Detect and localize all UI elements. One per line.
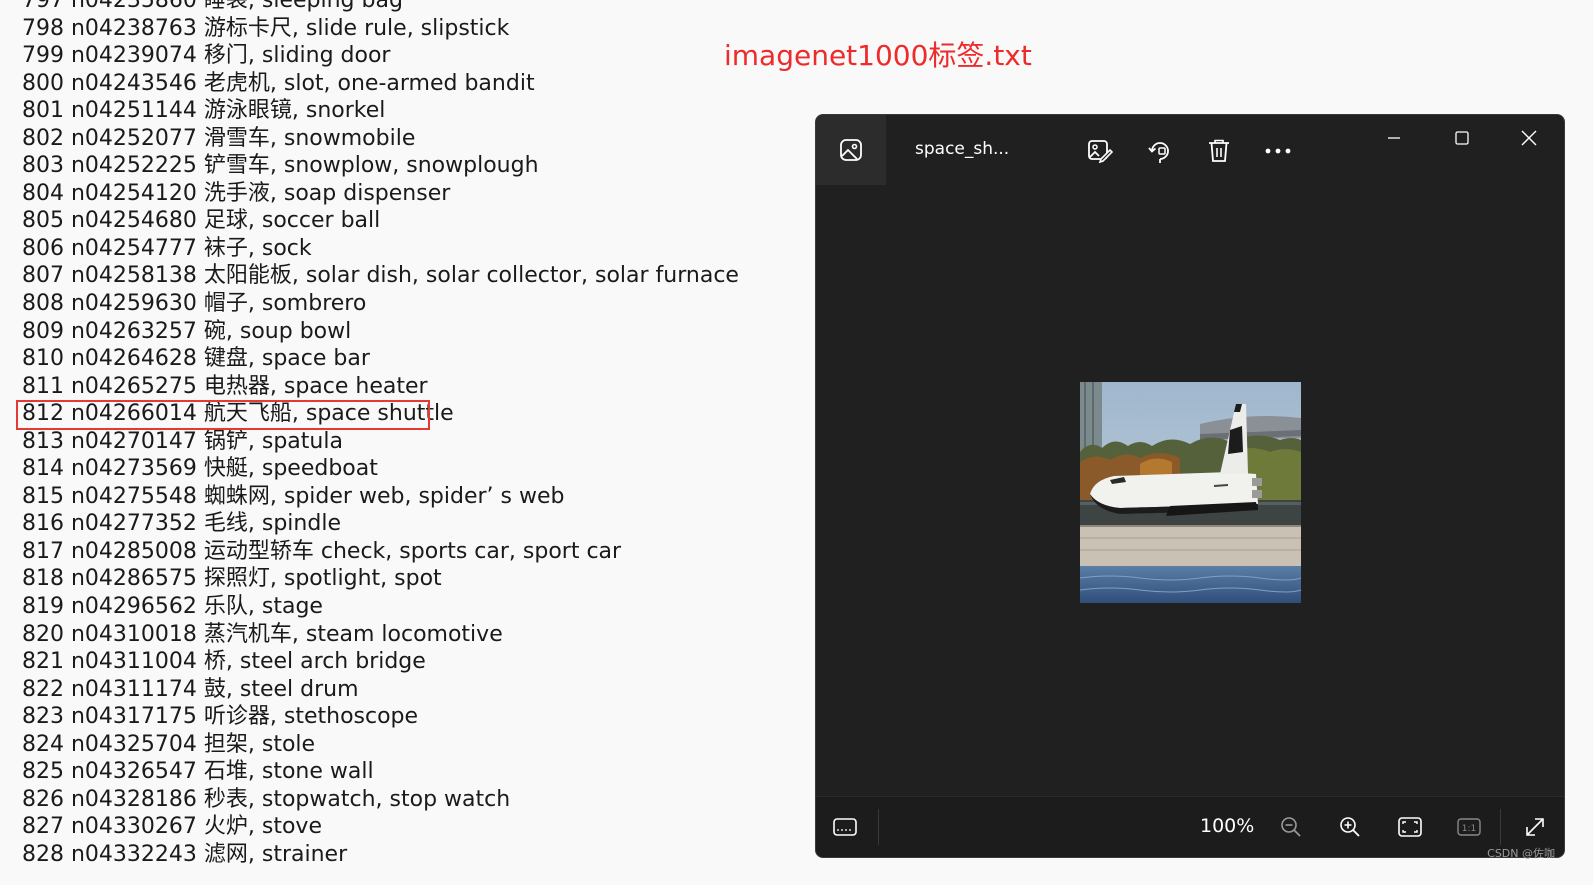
delete-icon[interactable]	[1201, 133, 1237, 169]
label-line: 818 n04286575 探照灯, spotlight, spot	[22, 566, 442, 592]
file-name: space_sh...	[915, 139, 1010, 159]
label-line: 804 n04254120 洗手液, soap dispenser	[22, 180, 451, 206]
highlight-box	[16, 400, 430, 430]
watermark: CSDN @佐咖	[1487, 847, 1555, 860]
label-line: 822 n04311174 鼓, steel drum	[22, 676, 359, 702]
label-line: 806 n04254777 袜子, sock	[22, 235, 312, 261]
more-icon[interactable]	[1260, 133, 1296, 169]
fit-to-window-icon[interactable]	[1394, 811, 1426, 843]
rotate-icon[interactable]	[1142, 133, 1178, 169]
label-line: 802 n04252077 滑雪车, snowmobile	[22, 125, 416, 151]
file-caption: imagenet1000标签.txt	[724, 39, 1032, 72]
label-line: 803 n04252225 铲雪车, snowplow, snowplough	[22, 153, 539, 179]
label-line: 811 n04265275 电热器, space heater	[22, 373, 428, 399]
label-line: 819 n04296562 乐队, stage	[22, 594, 323, 620]
label-line: 815 n04275548 蜘蛛网, spider web, spider’ s…	[22, 483, 565, 509]
fullscreen-icon[interactable]	[1519, 811, 1551, 843]
filmstrip-icon[interactable]	[829, 811, 861, 843]
bottom-separator-2	[1500, 809, 1501, 845]
label-line: 807 n04258138 太阳能板, solar dish, solar co…	[22, 263, 739, 289]
label-line: 810 n04264628 键盘, space bar	[22, 346, 370, 372]
actual-size-icon[interactable]: 1:1	[1453, 811, 1485, 843]
bottom-separator	[878, 809, 879, 845]
space-shuttle-photo	[1080, 382, 1301, 603]
label-line: 799 n04239074 移门, sliding door	[22, 43, 391, 69]
viewer-bottom-bar: 100% 1:1	[816, 796, 1564, 857]
label-line: 821 n04311004 桥, steel arch bridge	[22, 649, 426, 675]
label-line: 823 n04317175 听诊器, stethoscope	[22, 704, 419, 730]
label-line: 814 n04273569 快艇, speedboat	[22, 456, 378, 482]
photos-app-icon[interactable]	[816, 115, 886, 185]
label-file-list: 797 n04235860 睡袋, sleeping bag 798 n04238…	[22, 0, 739, 869]
label-line: 828 n04332243 滤网, strainer	[22, 841, 348, 867]
zoom-level: 100%	[1200, 815, 1255, 837]
actual-size-label: 1:1	[1462, 824, 1476, 834]
label-line: 817 n04285008 运动型轿车 check, sports car, s…	[22, 538, 622, 564]
label-line: 797 n04235860 睡袋, sleeping bag	[22, 0, 403, 13]
label-line: 798 n04238763 游标卡尺, slide rule, slipstic…	[22, 15, 510, 41]
maximize-icon[interactable]	[1439, 123, 1485, 153]
photo-viewer-window: space_sh... 100% 1:1	[815, 114, 1565, 858]
label-line: 808 n04259630 帽子, sombrero	[22, 291, 367, 317]
label-line: 801 n04251144 游泳眼镜, snorkel	[22, 98, 386, 124]
label-line: 820 n04310018 蒸汽机车, steam locomotive	[22, 621, 503, 647]
close-icon[interactable]	[1506, 123, 1552, 153]
label-line: 824 n04325704 担架, stole	[22, 731, 316, 757]
viewer-title-bar: space_sh...	[816, 115, 1564, 185]
zoom-in-icon[interactable]	[1334, 811, 1366, 843]
label-line: 809 n04263257 碗, soup bowl	[22, 318, 352, 344]
label-line: 800 n04243546 老虎机, slot, one-armed bandi…	[22, 70, 535, 96]
minimize-icon[interactable]	[1371, 123, 1417, 153]
label-line: 805 n04254680 足球, soccer ball	[22, 208, 381, 234]
zoom-out-icon[interactable]	[1275, 811, 1307, 843]
label-line: 827 n04330267 火炉, stove	[22, 814, 322, 840]
image-canvas	[816, 185, 1564, 799]
label-line: 825 n04326547 石堆, stone wall	[22, 759, 374, 785]
label-line: 816 n04277352 毛线, spindle	[22, 511, 341, 537]
label-line: 813 n04270147 锅铲, spatula	[22, 428, 343, 454]
label-line: 826 n04328186 秒表, stopwatch, stop watch	[22, 786, 511, 812]
edit-image-icon[interactable]	[1082, 133, 1118, 169]
